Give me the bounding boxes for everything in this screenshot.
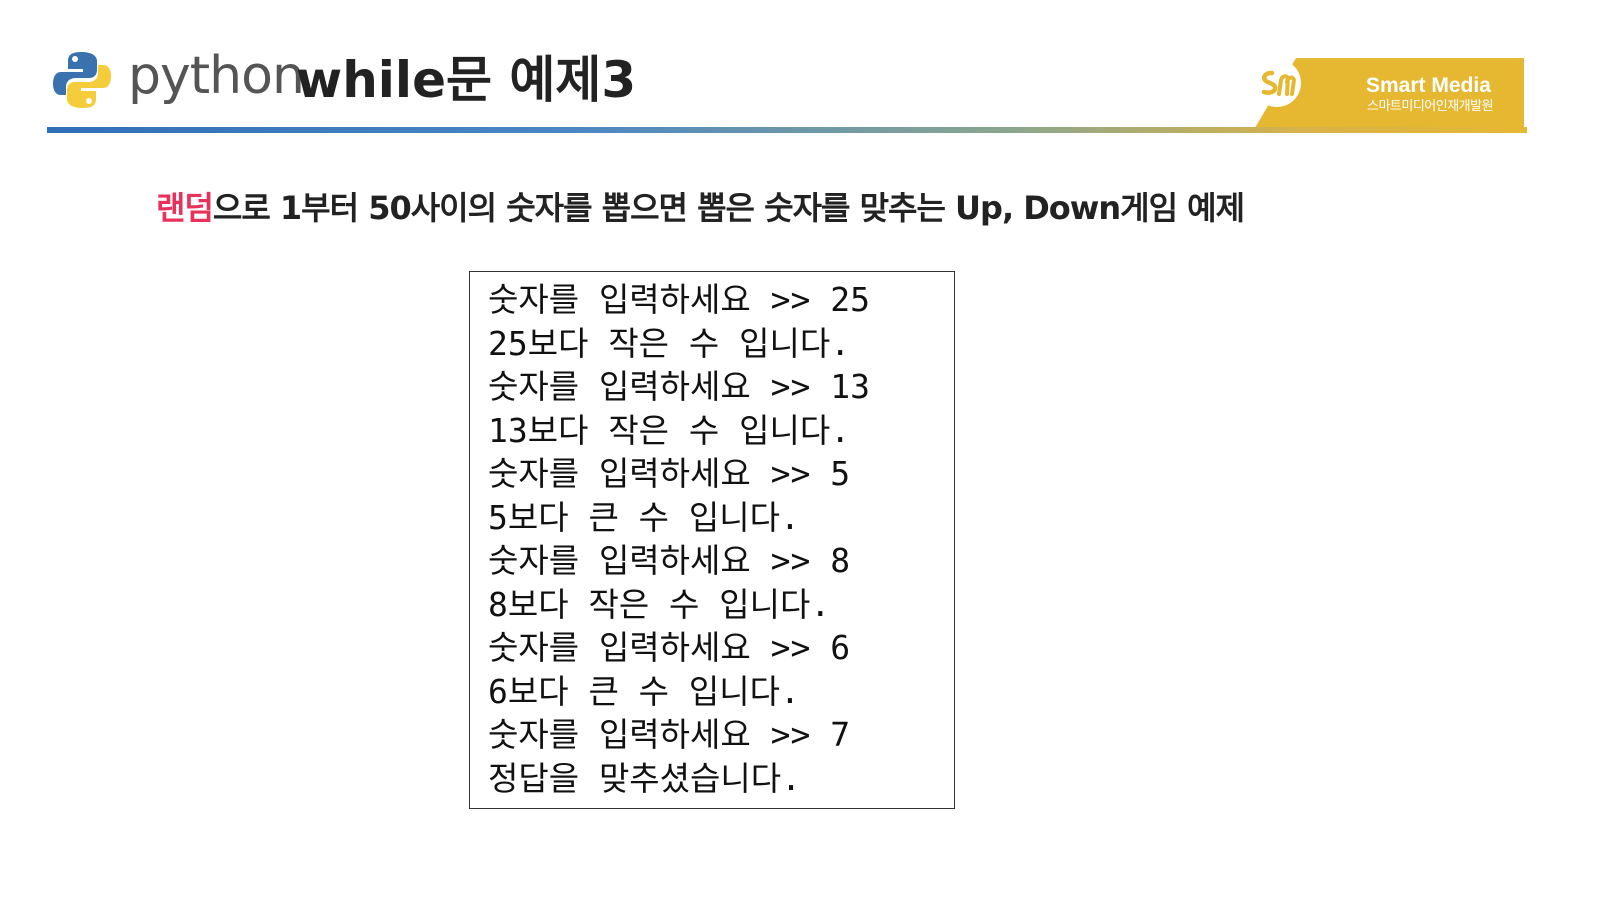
description-text: 으로 1부터 50사이의 숫자를 뽑으면 뽑은 숫자를 맞추는 Up, Down… [212, 189, 1245, 227]
console-line: 숫자를 입력하세요 >> 8 [488, 541, 851, 580]
console-line: 13보다 작은 수 입니다. [488, 410, 851, 450]
brand-subtitle: 스마트미디어인재개발원 [1367, 99, 1494, 114]
brand-badge: Smart Media 스마트미디어인재개발원 [1252, 58, 1524, 133]
brand-name: Smart Media [1366, 74, 1491, 97]
console-line: 5보다 큰 수 입니다. [488, 497, 800, 537]
console-line: 25보다 작은 수 입니다. [488, 323, 851, 363]
console-line: 숫자를 입력하세요 >> 13 [488, 367, 870, 406]
smart-media-logo-icon [1253, 59, 1301, 107]
console-line: 8보다 작은 수 입니다. [488, 584, 831, 624]
console-line: 정답을 맞추셨습니다. [488, 758, 801, 798]
console-line: 숫자를 입력하세요 >> 6 [488, 628, 851, 667]
console-line: 6보다 큰 수 입니다. [488, 671, 800, 711]
console-output-box: 숫자를 입력하세요 >> 25 25보다 작은 수 입니다. 숫자를 입력하세요… [469, 271, 955, 809]
header-divider [47, 127, 1527, 133]
console-line: 숫자를 입력하세요 >> 7 [488, 715, 851, 754]
python-wordmark: python [128, 46, 305, 106]
page-title: while문 예제3 [296, 51, 637, 109]
slide-description: 랜덤으로 1부터 50사이의 숫자를 뽑으면 뽑은 숫자를 맞추는 Up, Do… [156, 184, 1245, 232]
console-line: 숫자를 입력하세요 >> 25 [488, 280, 870, 319]
python-logo-icon [53, 52, 111, 108]
description-highlight: 랜덤 [156, 189, 214, 227]
slide-header: python while문 예제3 Smart Media 스마트미디어인재개발… [0, 0, 1600, 140]
console-line: 숫자를 입력하세요 >> 5 [488, 454, 851, 493]
